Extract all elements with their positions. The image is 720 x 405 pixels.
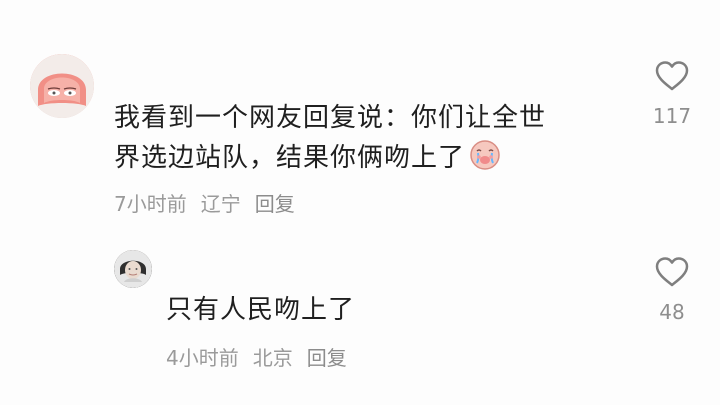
reply-like-count: 48 xyxy=(659,300,685,324)
heart-outline-icon[interactable] xyxy=(642,256,702,288)
crying-emoji-icon xyxy=(469,139,501,171)
heart-outline-icon[interactable] xyxy=(642,60,702,92)
main-reply-button[interactable]: 回复 xyxy=(255,188,295,217)
main-comment-location: 辽宁 xyxy=(200,192,241,216)
avatar-main[interactable] xyxy=(30,54,94,118)
main-comment-meta: 7小时前 辽宁 回复 xyxy=(114,188,295,217)
reply-like-button[interactable]: 48 xyxy=(642,256,702,324)
reply-comment-line: 只有人民吻上了 xyxy=(166,295,356,325)
main-like-count: 117 xyxy=(652,104,692,128)
reply-comment-time: 4小时前 xyxy=(166,346,239,370)
main-comment-time: 7小时前 xyxy=(114,192,187,216)
main-comment-line-2-text: 界选边站队，结果你俩吻上了 xyxy=(114,143,466,173)
main-comment-line-1: 我看到一个网友回复说：你们让全世 xyxy=(114,103,547,133)
main-comment-line-2: 界选边站队，结果你俩吻上了 xyxy=(114,138,629,178)
avatar-reply[interactable] xyxy=(114,250,152,288)
reply-comment-location: 北京 xyxy=(252,346,293,370)
main-like-button[interactable]: 117 xyxy=(642,60,702,128)
reply-reply-button[interactable]: 回复 xyxy=(307,342,347,371)
reply-comment-meta: 4小时前 北京 回复 xyxy=(166,342,347,371)
reply-comment-text: 只有人民吻上了 xyxy=(166,290,586,330)
main-comment-text: 我看到一个网友回复说：你们让全世 界选边站队，结果你俩吻上了 xyxy=(114,98,629,178)
